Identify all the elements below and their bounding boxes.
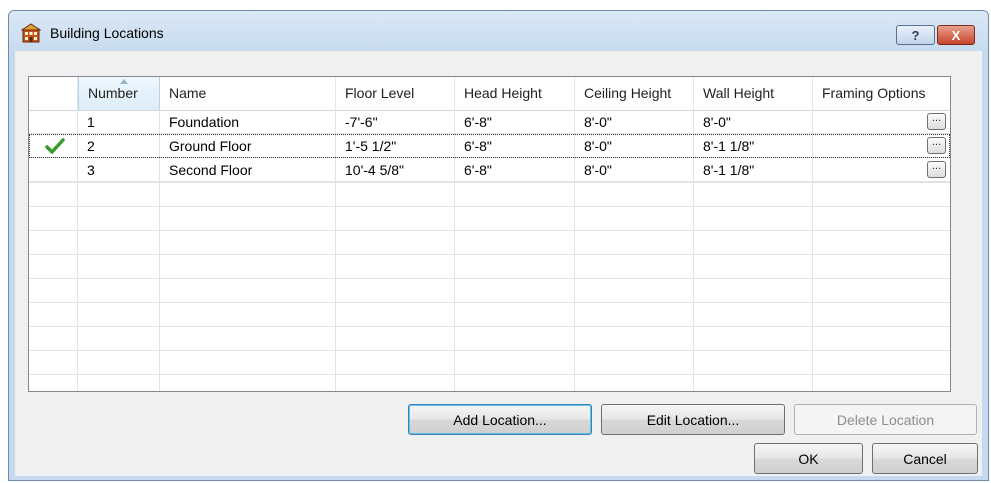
column-header-label: Floor Level — [345, 85, 415, 101]
empty-grid-row — [29, 207, 950, 231]
column-header-label: Head Height — [464, 85, 542, 101]
current-location-check-icon — [45, 138, 65, 154]
empty-grid-row — [29, 183, 950, 207]
delete-location-button[interactable]: Delete Location — [794, 404, 977, 435]
column-header-wall-height[interactable]: Wall Height — [694, 77, 813, 110]
cell-floor-level[interactable]: 10'-4 5/8" — [336, 158, 404, 182]
cell-head-height[interactable]: 6'-8" — [455, 158, 492, 182]
grid-header: Number Name Floor Level Head Height Ceil… — [29, 77, 950, 111]
table-row-foundation[interactable]: 1 Foundation -7'-6" 6'-8" 8'-0" 8'-0" ..… — [29, 110, 950, 134]
help-icon: ? — [911, 27, 920, 43]
column-header-head-height[interactable]: Head Height — [455, 77, 575, 110]
framing-options-button[interactable]: ... — [927, 113, 946, 130]
row-indicator-header — [29, 77, 78, 110]
framing-options-button[interactable]: ... — [927, 161, 946, 178]
column-header-framing-options[interactable]: Framing Options — [813, 77, 950, 110]
sort-ascending-icon — [120, 79, 128, 84]
column-header-label: Number — [88, 85, 138, 101]
cell-number: 1 — [87, 114, 95, 130]
empty-grid-row — [29, 303, 950, 327]
cell-floor-level[interactable]: 1'-5 1/2" — [336, 134, 396, 158]
dialog-body: Number Name Floor Level Head Height Ceil… — [15, 51, 982, 476]
ok-button[interactable]: OK — [754, 443, 863, 474]
title-bar[interactable]: Building Locations ? X — [9, 11, 988, 51]
column-header-label: Framing Options — [822, 85, 926, 101]
add-location-button[interactable]: Add Location... — [408, 404, 592, 435]
cell-head-height[interactable]: 6'-8" — [455, 110, 492, 134]
building-locations-dialog: Building Locations ? X Number Name Floor… — [8, 10, 989, 481]
locations-grid[interactable]: Number Name Floor Level Head Height Ceil… — [28, 76, 951, 392]
cell-number: 2 — [87, 138, 95, 154]
edit-location-button[interactable]: Edit Location... — [601, 404, 785, 435]
cell-floor-level[interactable]: -7'-6" — [336, 110, 378, 134]
cell-number: 3 — [87, 162, 95, 178]
cell-wall-height[interactable]: 8'-0" — [694, 110, 731, 134]
table-row-second-floor[interactable]: 3 Second Floor 10'-4 5/8" 6'-8" 8'-0" 8'… — [29, 158, 950, 182]
column-header-ceiling-height[interactable]: Ceiling Height — [575, 77, 694, 110]
help-button[interactable]: ? — [896, 25, 935, 45]
cell-head-height[interactable]: 6'-8" — [455, 134, 492, 158]
cancel-button[interactable]: Cancel — [872, 443, 978, 474]
column-header-label: Ceiling Height — [584, 85, 672, 101]
column-header-name[interactable]: Name — [160, 77, 336, 110]
cell-ceiling-height[interactable]: 8'-0" — [575, 134, 612, 158]
dialog-title: Building Locations — [50, 25, 164, 41]
close-icon: X — [951, 27, 961, 43]
building-icon — [21, 23, 41, 43]
empty-grid-row — [29, 327, 950, 351]
empty-grid-row — [29, 375, 950, 391]
empty-grid-row — [29, 351, 950, 375]
cell-name[interactable]: Foundation — [160, 110, 239, 134]
column-header-number[interactable]: Number — [78, 77, 160, 110]
column-divider — [950, 110, 951, 391]
cell-name[interactable]: Second Floor — [160, 158, 252, 182]
close-button[interactable]: X — [937, 25, 975, 45]
empty-grid-row — [29, 255, 950, 279]
table-row-ground-floor[interactable]: 2 Ground Floor 1'-5 1/2" 6'-8" 8'-0" 8'-… — [29, 134, 950, 158]
column-header-label: Wall Height — [703, 85, 775, 101]
framing-options-button[interactable]: ... — [927, 137, 946, 154]
cell-name[interactable]: Ground Floor — [160, 134, 251, 158]
empty-grid-row — [29, 279, 950, 303]
cell-ceiling-height[interactable]: 8'-0" — [575, 158, 612, 182]
column-header-label: Name — [169, 85, 207, 101]
cell-ceiling-height[interactable]: 8'-0" — [575, 110, 612, 134]
cell-wall-height[interactable]: 8'-1 1/8" — [694, 134, 754, 158]
cell-wall-height[interactable]: 8'-1 1/8" — [694, 158, 754, 182]
column-header-floor-level[interactable]: Floor Level — [336, 77, 455, 110]
empty-grid-row — [29, 231, 950, 255]
